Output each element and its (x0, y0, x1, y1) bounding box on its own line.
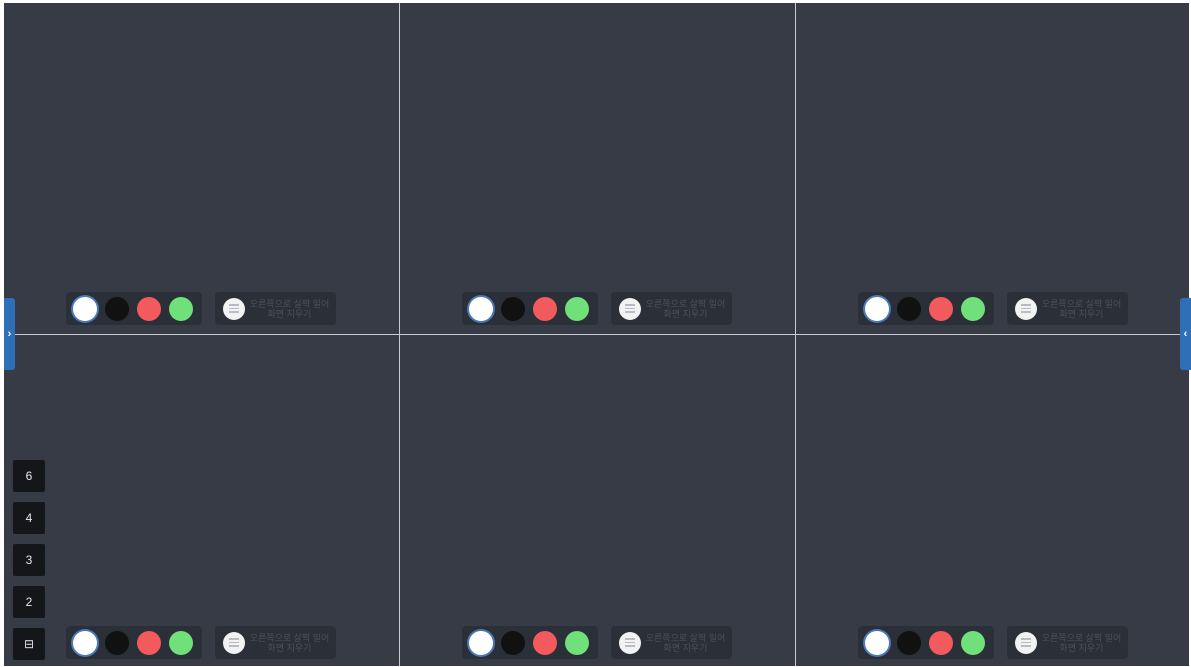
panel-5-toolbar: 오른쪽으로 살짝 밀어 화면 지우기 (462, 626, 732, 659)
color-green-swatch[interactable] (169, 296, 193, 321)
clear-icon (619, 631, 641, 654)
clear-screen-button[interactable]: 오른쪽으로 살짝 밀어 화면 지우기 (611, 626, 732, 659)
clear-screen-label: 오른쪽으로 살짝 밀어 화면 지우기 (249, 298, 330, 319)
clear-screen-button[interactable]: 오른쪽으로 살짝 밀어 화면 지우기 (1007, 626, 1128, 659)
color-green-swatch[interactable] (565, 296, 589, 321)
layout-6-button[interactable]: 6 (13, 460, 45, 492)
exit-icon: ⊟ (23, 637, 35, 651)
color-red-swatch[interactable] (137, 296, 161, 321)
color-black-swatch[interactable] (501, 630, 525, 655)
whiteboard-area[interactable]: 오른쪽으로 살짝 밀어 화면 지우기 오른쪽으로 살짝 밀어 화면 지우기 오른… (4, 3, 1189, 666)
color-white-swatch[interactable] (73, 296, 97, 321)
clear-icon (619, 297, 641, 320)
clear-icon (1015, 631, 1037, 654)
clear-screen-button[interactable]: 오른쪽으로 살짝 밀어 화면 지우기 (611, 292, 732, 325)
chevron-left-icon: ‹ (1183, 328, 1188, 340)
color-red-swatch[interactable] (929, 296, 953, 321)
clear-screen-button[interactable]: 오른쪽으로 살짝 밀어 화면 지우기 (215, 626, 336, 659)
divider-horizontal (4, 334, 1189, 335)
color-red-swatch[interactable] (533, 296, 557, 321)
clear-icon (1015, 297, 1037, 320)
clear-screen-button[interactable]: 오른쪽으로 살짝 밀어 화면 지우기 (215, 292, 336, 325)
clear-icon (223, 631, 245, 654)
color-white-swatch[interactable] (73, 630, 97, 655)
color-palette (858, 626, 994, 659)
color-green-swatch[interactable] (565, 630, 589, 655)
color-palette (66, 626, 202, 659)
clear-screen-label: 오른쪽으로 살짝 밀어 화면 지우기 (249, 632, 330, 653)
panel-3-toolbar: 오른쪽으로 살짝 밀어 화면 지우기 (858, 292, 1128, 325)
color-green-swatch[interactable] (169, 630, 193, 655)
clear-icon (223, 297, 245, 320)
color-palette (462, 292, 598, 325)
color-palette (66, 292, 202, 325)
color-black-swatch[interactable] (105, 296, 129, 321)
color-green-swatch[interactable] (961, 630, 985, 655)
clear-screen-label: 오른쪽으로 살짝 밀어 화면 지우기 (645, 298, 726, 319)
right-drawer-tab[interactable]: ‹ (1180, 298, 1191, 370)
panel-6-toolbar: 오른쪽으로 살짝 밀어 화면 지우기 (858, 626, 1128, 659)
panel-2-toolbar: 오른쪽으로 살짝 밀어 화면 지우기 (462, 292, 732, 325)
clear-screen-label: 오른쪽으로 살짝 밀어 화면 지우기 (1041, 298, 1122, 319)
clear-screen-label: 오른쪽으로 살짝 밀어 화면 지우기 (1041, 632, 1122, 653)
color-white-swatch[interactable] (865, 296, 889, 321)
color-white-swatch[interactable] (865, 630, 889, 655)
color-red-swatch[interactable] (137, 630, 161, 655)
color-red-swatch[interactable] (533, 630, 557, 655)
color-white-swatch[interactable] (469, 296, 493, 321)
color-green-swatch[interactable] (961, 296, 985, 321)
chevron-right-icon: › (7, 328, 12, 340)
color-black-swatch[interactable] (105, 630, 129, 655)
layout-2-button[interactable]: 2 (13, 586, 45, 618)
layout-4-button[interactable]: 4 (13, 502, 45, 534)
color-red-swatch[interactable] (929, 630, 953, 655)
color-palette (462, 626, 598, 659)
color-black-swatch[interactable] (501, 296, 525, 321)
color-white-swatch[interactable] (469, 630, 493, 655)
left-drawer-tab[interactable]: › (4, 298, 15, 370)
panel-1-toolbar: 오른쪽으로 살짝 밀어 화면 지우기 (66, 292, 336, 325)
layout-3-button[interactable]: 3 (13, 544, 45, 576)
clear-screen-label: 오른쪽으로 살짝 밀어 화면 지우기 (645, 632, 726, 653)
color-palette (858, 292, 994, 325)
clear-screen-button[interactable]: 오른쪽으로 살짝 밀어 화면 지우기 (1007, 292, 1128, 325)
color-black-swatch[interactable] (897, 630, 921, 655)
panel-4-toolbar: 오른쪽으로 살짝 밀어 화면 지우기 (66, 626, 336, 659)
color-black-swatch[interactable] (897, 296, 921, 321)
exit-button[interactable]: ⊟ (13, 628, 45, 660)
